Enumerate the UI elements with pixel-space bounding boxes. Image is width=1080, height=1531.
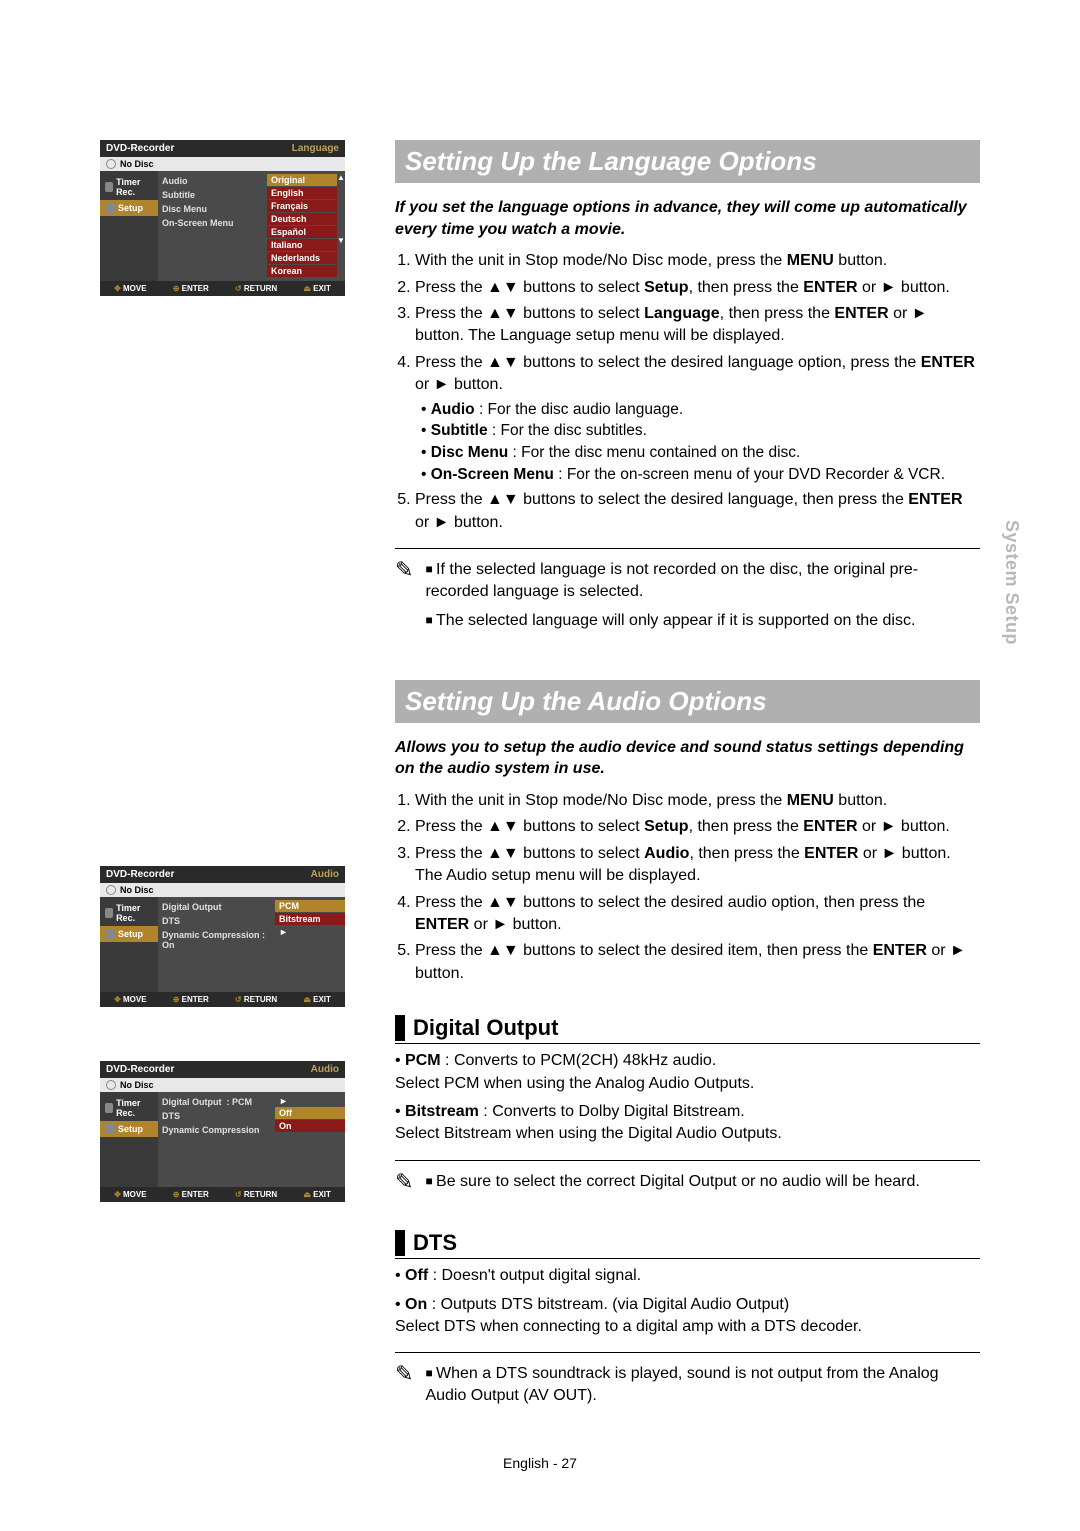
step: Press the ▲▼ buttons to select Setup, th… (415, 816, 980, 838)
note-icon: ✎ (395, 1171, 413, 1201)
disc-icon (106, 885, 116, 895)
enter-hint: ⊕ ENTER (173, 284, 209, 293)
opt-nederlands: Nederlands (267, 252, 337, 264)
step: Press the ▲▼ buttons to select the desir… (415, 352, 980, 486)
step: Press the ▲▼ buttons to select the desir… (415, 489, 980, 534)
steps-audio: With the unit in Stop mode/No Disc mode,… (395, 790, 980, 985)
row-dyncomp: Dynamic Compression (162, 1123, 271, 1137)
row-digital-output: Digital Output : PCM (162, 1095, 271, 1109)
bullet: On : Outputs DTS bitstream. (via Digital… (395, 1294, 980, 1339)
opt-on: On (275, 1120, 345, 1132)
step: Press the ▲▼ buttons to select the desir… (415, 940, 980, 985)
opt-espanol: Español (267, 226, 337, 238)
heading-audio: Setting Up the Audio Options (395, 680, 980, 723)
exit-hint: ⏏ EXIT (303, 284, 331, 293)
bullet: Bitstream : Converts to Dolby Digital Bi… (395, 1101, 980, 1146)
sub-item: Disc Menu : For the disc menu contained … (421, 442, 980, 464)
row-dyncomp: Dynamic Compression : On (162, 928, 271, 952)
menu-onscreen: On-Screen Menu (162, 216, 263, 230)
clock-icon (105, 182, 113, 192)
return-hint: ↺ RETURN (235, 284, 277, 293)
side-item-timer: Timer Rec. (100, 900, 158, 926)
side-item-setup: Setup (100, 926, 158, 942)
side-tab: System Setup (1001, 520, 1022, 645)
osd-category: Language (292, 143, 339, 154)
step: Press the ▲▼ buttons to select the desir… (415, 892, 980, 937)
disc-icon (106, 1080, 116, 1090)
osd-audio-dts: DVD-Recorder Audio No Disc Timer Rec. Se… (100, 1061, 345, 1202)
step: Press the ▲▼ buttons to select Setup, th… (415, 277, 980, 299)
step: With the unit in Stop mode/No Disc mode,… (415, 250, 980, 272)
note: When a DTS soundtrack is played, sound i… (425, 1363, 980, 1406)
heading-language: Setting Up the Language Options (395, 140, 980, 183)
side-item-setup: Setup (100, 200, 158, 216)
intro-audio: Allows you to setup the audio device and… (395, 737, 980, 780)
step: Press the ▲▼ buttons to select Audio, th… (415, 843, 980, 888)
menu-discmenu: Disc Menu (162, 202, 263, 216)
sub-item: Subtitle : For the disc subtitles. (421, 420, 980, 442)
disc-icon (106, 159, 116, 169)
bullet: Off : Doesn't output digital signal. (395, 1265, 980, 1287)
opt-bitstream: Bitstream (275, 913, 345, 925)
opt-original: Original (267, 174, 337, 186)
opt-off: Off (275, 1107, 345, 1119)
gear-icon (105, 203, 115, 213)
steps-language: With the unit in Stop mode/No Disc mode,… (395, 250, 980, 534)
side-item-timer: Timer Rec. (100, 174, 158, 200)
opt-arrow: ► (275, 1095, 345, 1107)
opt-korean: Korean (267, 265, 337, 277)
step: With the unit in Stop mode/No Disc mode,… (415, 790, 980, 812)
menu-subtitle: Subtitle (162, 188, 263, 202)
note-icon: ✎ (395, 1363, 413, 1414)
side-item-setup: Setup (100, 1121, 158, 1137)
opt-pcm: PCM (275, 900, 345, 912)
opt-deutsch: Deutsch (267, 213, 337, 225)
osd-title: DVD-Recorder (106, 143, 174, 154)
intro-language: If you set the language options in advan… (395, 197, 980, 240)
row-dts: DTS (162, 1109, 271, 1123)
move-hint: ✥ MOVE (114, 284, 147, 293)
bullet: PCM : Converts to PCM(2CH) 48kHz audio.S… (395, 1050, 980, 1095)
osd-language: DVD-Recorder Language No Disc Timer Rec.… (100, 140, 345, 296)
row-digital-output: Digital Output (162, 900, 271, 914)
note: Be sure to select the correct Digital Ou… (425, 1171, 919, 1193)
step: Press the ▲▼ buttons to select Language,… (415, 303, 980, 348)
sub-item: On-Screen Menu : For the on-screen menu … (421, 464, 980, 486)
opt-english: English (267, 187, 337, 199)
sub-item: Audio : For the disc audio language. (421, 399, 980, 421)
note-icon: ✎ (395, 559, 413, 640)
opt-italiano: Italiano (267, 239, 337, 251)
side-item-timer: Timer Rec. (100, 1095, 158, 1121)
note: If the selected language is not recorded… (425, 559, 980, 602)
row-dts: DTS (162, 914, 271, 928)
note: The selected language will only appear i… (425, 610, 980, 632)
osd-audio-digital: DVD-Recorder Audio No Disc Timer Rec. Se… (100, 866, 345, 1007)
gear-icon (105, 1124, 115, 1134)
opt-francais: Français (267, 200, 337, 212)
page-footer: English - 27 (100, 1455, 980, 1471)
menu-audio: Audio (162, 174, 263, 188)
opt-arrow: ► (275, 926, 345, 938)
clock-icon (105, 908, 113, 918)
heading-dts: DTS (395, 1230, 980, 1256)
gear-icon (105, 929, 115, 939)
clock-icon (105, 1103, 113, 1113)
heading-digital-output: Digital Output (395, 1015, 980, 1041)
